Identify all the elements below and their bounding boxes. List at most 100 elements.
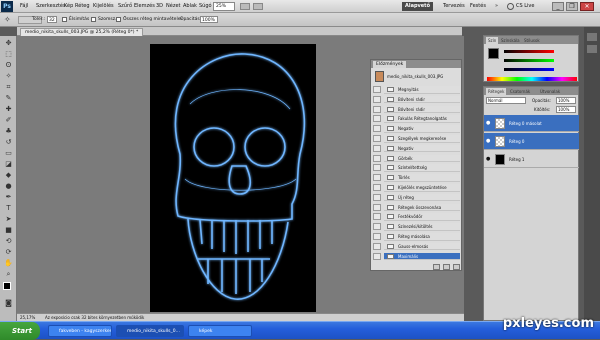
workspace-more-icon[interactable]: » — [495, 2, 498, 11]
opacity-input[interactable]: 100% — [200, 16, 218, 23]
history-step-checkbox[interactable] — [373, 105, 381, 113]
tab-styles[interactable]: Stílusok — [522, 37, 542, 44]
panel-icon-2[interactable] — [587, 45, 597, 53]
history-step-checkbox[interactable] — [373, 213, 381, 221]
menu-select[interactable]: Kijelölés — [93, 2, 114, 11]
history-step-checkbox[interactable] — [373, 135, 381, 142]
path-select-tool-icon[interactable]: ➤ — [3, 214, 14, 224]
history-step-checkbox[interactable] — [373, 233, 381, 240]
history-step[interactable]: Új réteg — [384, 193, 460, 202]
history-step[interactable]: Színtelítettség — [384, 164, 460, 172]
menu-edit[interactable]: Szerkesztés — [36, 2, 66, 11]
menu-view[interactable]: Nézet — [166, 2, 180, 11]
foreground-color-swatch[interactable] — [3, 282, 11, 290]
history-step-checkbox[interactable] — [373, 223, 381, 231]
history-step[interactable]: Gauss-elmosás — [384, 242, 460, 251]
minimize-icon[interactable]: _ — [552, 2, 564, 11]
document-tab[interactable]: medio_nikita_skulls_003.JPG @ 25,2% (Rét… — [20, 28, 144, 36]
hand-tool-icon[interactable]: ✋ — [3, 258, 14, 268]
menu-3d[interactable]: 3D — [156, 2, 163, 11]
history-step[interactable]: Színezési/kitöltés — [384, 223, 460, 231]
stamp-tool-icon[interactable]: ♣ — [3, 126, 14, 136]
red-slider[interactable] — [504, 50, 554, 53]
history-step-checkbox[interactable] — [373, 115, 381, 123]
history-step-checkbox[interactable] — [373, 174, 381, 182]
document-canvas[interactable] — [150, 44, 316, 312]
eyedropper-tool-icon[interactable]: ✎ — [3, 93, 14, 103]
workspace-design[interactable]: Tervezés — [443, 2, 465, 11]
panel-icon-1[interactable] — [587, 33, 597, 41]
workspace-painting[interactable]: Festés — [470, 2, 486, 11]
screen-mode-icon[interactable] — [240, 3, 250, 10]
all-layers-checkbox[interactable] — [116, 17, 121, 22]
pen-tool-icon[interactable]: ✒ — [3, 192, 14, 202]
tab-channels[interactable]: Csatornák — [508, 88, 532, 95]
history-step[interactable]: Rétegek összevonása — [384, 203, 460, 212]
menu-file[interactable]: Fájl — [20, 2, 28, 11]
shape-tool-icon[interactable]: ■ — [3, 225, 14, 235]
history-step-checkbox[interactable] — [373, 252, 381, 260]
history-step[interactable]: Maximális — [384, 252, 460, 261]
history-step-checkbox[interactable] — [373, 242, 381, 250]
blue-slider[interactable] — [504, 68, 554, 71]
tolerance-input[interactable]: 32 — [47, 16, 57, 23]
green-slider[interactable] — [504, 59, 554, 62]
tab-layers[interactable]: Rétegek — [486, 88, 507, 95]
antialias-checkbox[interactable] — [62, 17, 67, 22]
close-icon[interactable]: ✕ — [580, 2, 594, 11]
eye-icon[interactable]: ● — [486, 120, 492, 126]
history-step[interactable]: Negatív — [384, 144, 460, 153]
color-ramp[interactable] — [487, 77, 577, 81]
marquee-tool-icon[interactable]: ⬚ — [3, 49, 14, 59]
taskbar-item-2[interactable]: medio_nikita_skulls_0... — [116, 325, 184, 337]
workspace-essentials[interactable]: Alapvető — [402, 2, 434, 11]
crop-tool-icon[interactable]: ⌗ — [3, 82, 14, 92]
menu-filter[interactable]: Szűrő — [118, 2, 132, 11]
3d-camera-tool-icon[interactable]: ⟳ — [3, 247, 14, 257]
quick-mask-icon[interactable]: ◙ — [3, 298, 14, 308]
blur-tool-icon[interactable]: ◆ — [3, 170, 14, 180]
layer-fill-input[interactable]: 100% — [556, 106, 576, 113]
cslive-label[interactable]: CS Live — [516, 2, 534, 11]
paint-bucket-tool-icon[interactable]: ◪ — [3, 159, 14, 169]
magic-wand-icon[interactable]: ✧ — [4, 15, 15, 25]
history-step[interactable]: Bővíteni rádir — [384, 105, 460, 114]
3d-rotate-tool-icon[interactable]: ⟲ — [3, 236, 14, 246]
magic-wand-tool-icon[interactable]: ✧ — [3, 71, 14, 81]
history-step-checkbox[interactable] — [373, 193, 381, 201]
history-step[interactable]: Törlés — [384, 174, 460, 182]
tab-paths[interactable]: Útvonalak — [538, 88, 562, 95]
new-snapshot-icon[interactable] — [433, 264, 440, 270]
layer-opacity-input[interactable]: 100% — [556, 97, 576, 104]
eye-icon[interactable]: ● — [486, 138, 492, 144]
history-step[interactable]: Megnyitás — [384, 86, 460, 94]
move-tool-icon[interactable]: ✥ — [3, 38, 14, 48]
start-button[interactable]: Start — [0, 322, 40, 340]
layer-row[interactable]: ● Réteg 0 másolat — [484, 115, 579, 132]
status-zoom[interactable]: 25,17% — [20, 314, 35, 321]
history-tab[interactable]: Előzmények — [373, 61, 407, 68]
contiguous-checkbox[interactable] — [91, 17, 96, 22]
zoom-tool-icon[interactable]: ⌕ — [3, 269, 14, 279]
tab-swatches[interactable]: Színskála — [499, 37, 522, 44]
taskbar-item-3[interactable]: képek — [188, 325, 252, 337]
history-step-checkbox[interactable] — [373, 144, 381, 152]
history-step[interactable]: Görbék — [384, 154, 460, 163]
color-fg-swatch[interactable] — [488, 48, 499, 59]
history-step[interactable]: Negatív — [384, 125, 460, 133]
history-step-checkbox[interactable] — [373, 95, 381, 103]
dodge-tool-icon[interactable]: ● — [3, 181, 14, 191]
tab-color[interactable]: Szín — [486, 37, 499, 44]
history-step[interactable]: Bővíteni rádir — [384, 95, 460, 104]
history-step-checkbox[interactable] — [373, 184, 381, 191]
menu-help[interactable]: Súgó — [199, 2, 212, 11]
arrange-icon[interactable] — [253, 3, 263, 10]
eye-icon[interactable]: ● — [486, 156, 492, 162]
lasso-tool-icon[interactable]: ʘ — [3, 60, 14, 70]
layer-row[interactable]: ● Réteg 0 — [484, 133, 579, 150]
menu-layer[interactable]: Réteg — [75, 2, 90, 11]
trash-icon[interactable] — [453, 264, 460, 270]
history-snapshot-name[interactable]: medio_nikita_skulls_003.JPG — [387, 74, 443, 79]
history-step-checkbox[interactable] — [373, 86, 381, 93]
eraser-tool-icon[interactable]: ▭ — [3, 148, 14, 158]
